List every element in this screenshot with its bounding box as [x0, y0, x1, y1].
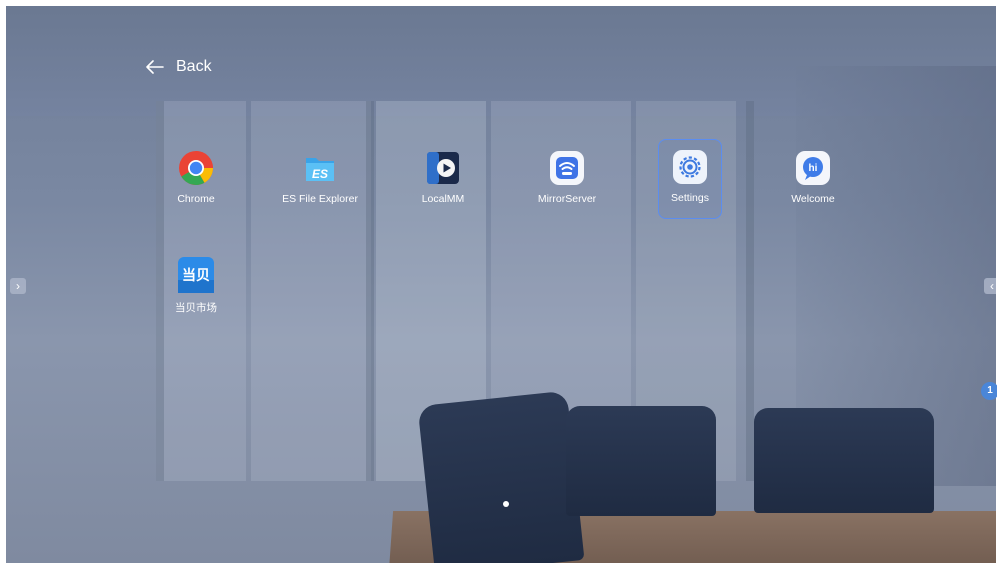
app-name: 当贝市场 — [175, 302, 217, 314]
welcome-hi-icon: hi — [794, 149, 832, 187]
page-indicator-dot — [503, 501, 509, 507]
localmm-icon — [424, 149, 462, 187]
left-edge-button[interactable]: › — [10, 278, 26, 294]
dangbei-market-icon: 当贝 — [177, 256, 215, 294]
right-edge-button[interactable]: ‹ — [984, 278, 996, 294]
app-name: Settings — [671, 192, 709, 204]
app-welcome[interactable]: hi Welcome — [782, 141, 844, 217]
app-name: Welcome — [791, 193, 835, 205]
background-chair — [754, 408, 934, 513]
background-chair — [566, 406, 716, 516]
page-badge[interactable]: 1 — [981, 382, 997, 400]
app-chrome[interactable]: Chrome — [165, 141, 227, 217]
app-es-file-explorer[interactable]: ES ES File Explorer — [282, 141, 358, 217]
settings-gear-icon — [671, 148, 709, 186]
app-localmm[interactable]: LocalMM — [412, 141, 474, 217]
app-name: ES File Explorer — [282, 193, 358, 205]
app-name: MirrorServer — [537, 193, 597, 205]
mirror-server-icon — [548, 149, 586, 187]
app-mirrorserver[interactable]: MirrorServer — [536, 141, 598, 217]
background-pillar — [746, 101, 754, 481]
app-name: Chrome — [177, 193, 215, 205]
arrow-left-icon — [146, 56, 164, 78]
background-pillar — [366, 101, 374, 481]
app-name: LocalMM — [421, 193, 465, 205]
back-button[interactable]: Back — [146, 56, 212, 78]
es-file-explorer-icon: ES — [301, 149, 339, 187]
svg-text:hi: hi — [809, 163, 818, 174]
svg-text:当贝: 当贝 — [182, 267, 210, 284]
svg-text:ES: ES — [312, 167, 328, 181]
app-dangbei-market[interactable]: 当贝 当贝市场 — [165, 248, 227, 324]
launcher-screen: Back Chrome ES ES File Explorer LocalMM … — [6, 6, 996, 563]
back-label: Back — [176, 58, 212, 75]
background-pillar — [156, 101, 164, 481]
background-chair — [417, 390, 585, 563]
chrome-icon — [177, 149, 215, 187]
app-settings[interactable]: Settings — [658, 139, 722, 219]
